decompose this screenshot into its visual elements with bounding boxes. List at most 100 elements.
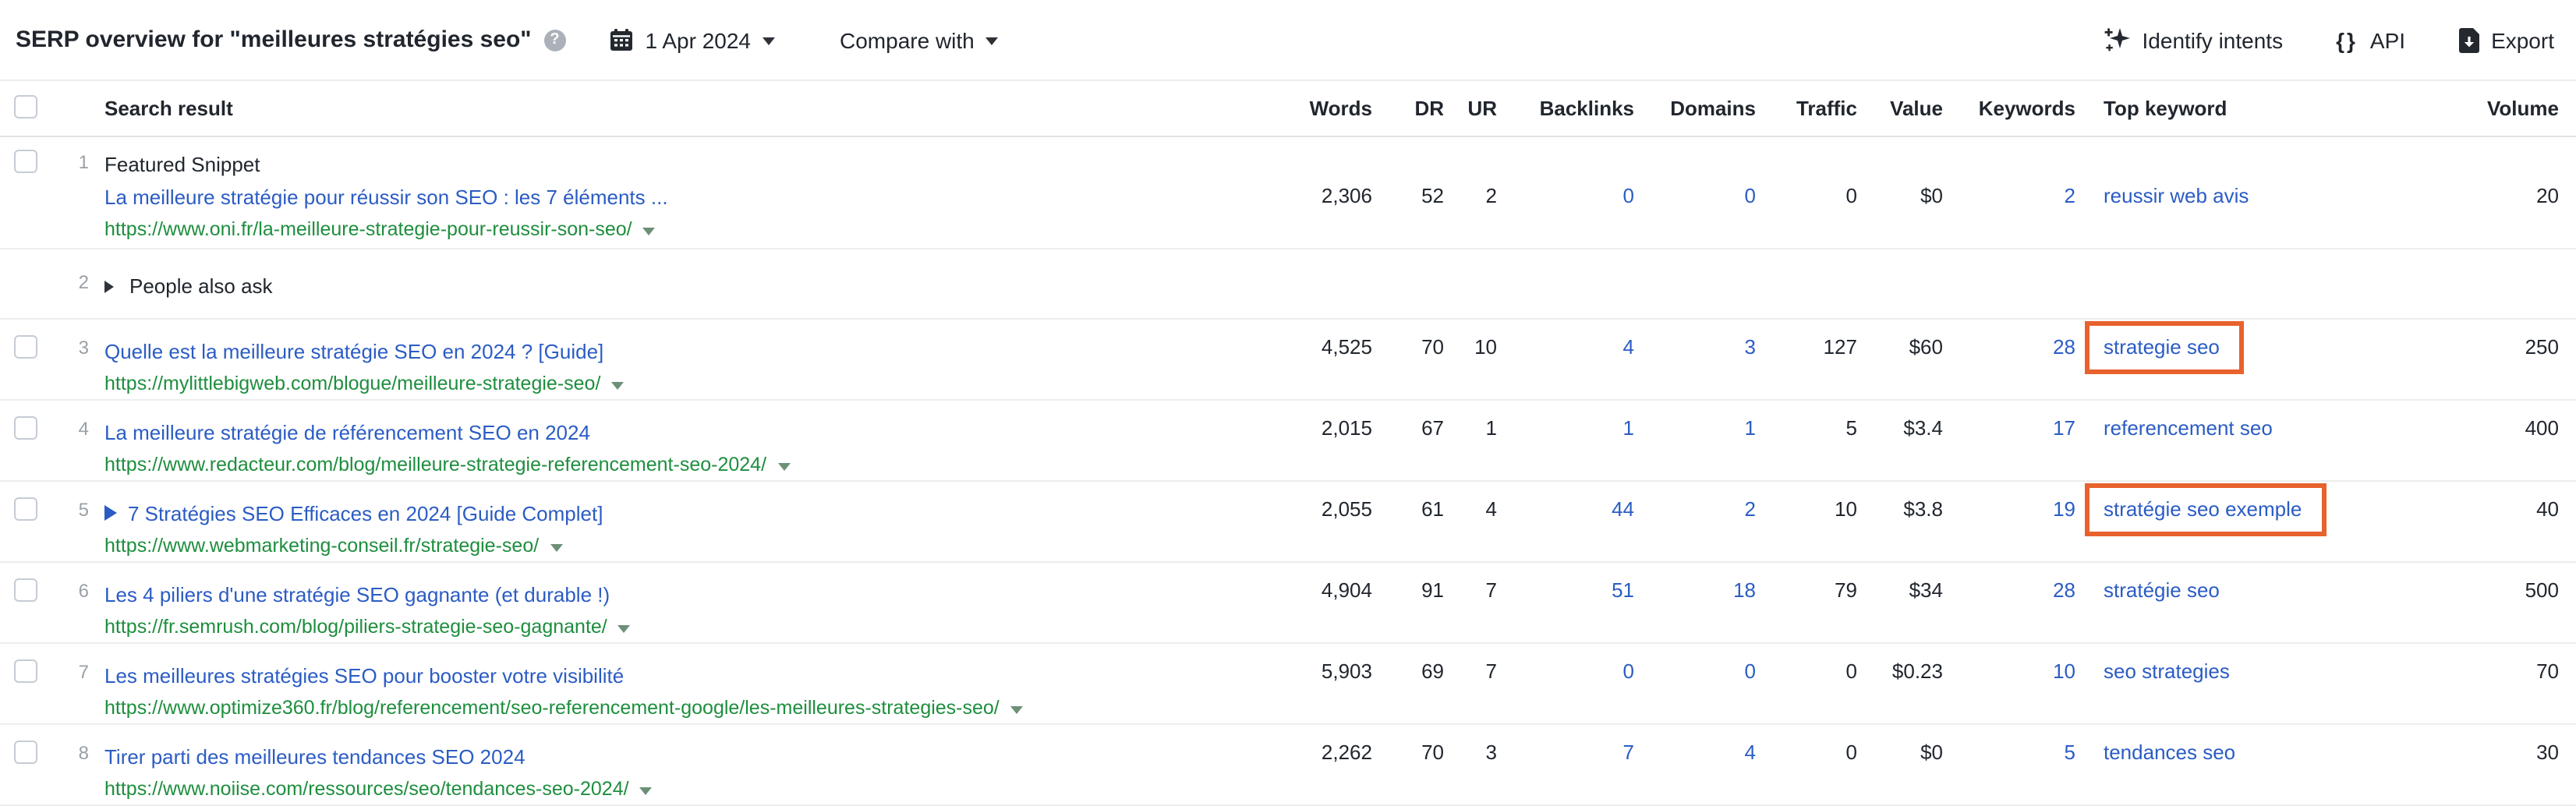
top-keyword-link[interactable]: tendances seo: [2104, 741, 2235, 764]
cell-domains-link[interactable]: 18: [1634, 563, 1756, 644]
top-keyword-link[interactable]: stratégie seo: [2104, 578, 2220, 602]
cell-domains-link[interactable]: 4: [1634, 725, 1756, 806]
col-header-dr[interactable]: DR: [1372, 97, 1444, 120]
chevron-down-icon: [985, 37, 998, 45]
result-url-text: https://www.oni.fr/la-meilleure-strategi…: [104, 218, 632, 240]
cell-keywords-link[interactable]: 28: [1943, 563, 2075, 644]
result-url-link[interactable]: https://www.noiise.com/ressources/seo/te…: [104, 773, 1115, 806]
result-title-link[interactable]: La meilleure stratégie de référencement …: [104, 401, 1115, 449]
export-button[interactable]: Export: [2458, 27, 2554, 52]
cell-value: [1857, 249, 1943, 318]
cell-backlinks-link[interactable]: 0: [1497, 137, 1634, 248]
identify-intents-button[interactable]: Identify intents: [2104, 27, 2284, 53]
url-dropdown-caret-icon[interactable]: [643, 228, 656, 235]
result-url-link[interactable]: https://mylittlebigweb.com/blogue/meille…: [104, 368, 1115, 401]
table-row[interactable]: 1 Featured Snippet La meilleure stratégi…: [0, 137, 2576, 249]
expand-arrow-icon[interactable]: [104, 281, 114, 293]
col-header-search-result[interactable]: Search result: [100, 97, 1115, 120]
cell-backlinks-link[interactable]: 0: [1497, 644, 1634, 725]
top-keyword-link[interactable]: reussir web avis: [2104, 184, 2249, 207]
cell-backlinks-link[interactable]: 51: [1497, 563, 1634, 644]
col-header-domains[interactable]: Domains: [1634, 97, 1756, 120]
cell-backlinks-link[interactable]: 7: [1497, 725, 1634, 806]
cell-keywords-link[interactable]: 28: [1943, 320, 2075, 401]
col-header-traffic[interactable]: Traffic: [1756, 97, 1857, 120]
api-button[interactable]: {} API: [2336, 27, 2405, 52]
cell-volume: [2411, 249, 2576, 318]
result-url-link[interactable]: https://www.redacteur.com/blog/meilleure…: [104, 449, 1115, 482]
cell-domains-link[interactable]: 0: [1634, 644, 1756, 725]
url-dropdown-caret-icon[interactable]: [1010, 706, 1023, 714]
row-checkbox[interactable]: [14, 741, 37, 764]
cell-domains-link[interactable]: 0: [1634, 137, 1756, 248]
page-title: SERP overview for "meilleures stratégies…: [16, 27, 532, 53]
cell-domain-rating: 70: [1372, 725, 1444, 806]
result-url-link[interactable]: https://www.webmarketing-conseil.fr/stra…: [104, 530, 1115, 563]
row-position: 8: [53, 725, 100, 806]
url-dropdown-caret-icon[interactable]: [618, 625, 631, 633]
col-header-top-keyword[interactable]: Top keyword: [2075, 97, 2411, 120]
row-checkbox[interactable]: [14, 497, 37, 521]
top-keyword-link[interactable]: seo strategies: [2104, 659, 2230, 683]
table-row[interactable]: 4 La meilleure stratégie de référencemen…: [0, 401, 2576, 482]
top-keyword-link[interactable]: strategie seo: [2085, 321, 2245, 374]
cell-backlinks-link[interactable]: [1497, 249, 1634, 318]
cell-backlinks-link[interactable]: 1: [1497, 401, 1634, 482]
url-dropdown-caret-icon[interactable]: [611, 382, 624, 390]
table-row[interactable]: 3 Quelle est la meilleure stratégie SEO …: [0, 320, 2576, 401]
compare-with-button[interactable]: Compare with: [840, 27, 998, 52]
cell-keywords-link[interactable]: 2: [1943, 137, 2075, 248]
url-dropdown-caret-icon[interactable]: [640, 787, 653, 795]
select-all-checkbox[interactable]: [14, 94, 37, 118]
cell-domains-link[interactable]: 1: [1634, 401, 1756, 482]
cell-backlinks-link[interactable]: 44: [1497, 482, 1634, 563]
col-header-backlinks[interactable]: Backlinks: [1497, 97, 1634, 120]
result-url-link[interactable]: https://www.oni.fr/la-meilleure-strategi…: [104, 214, 1115, 246]
top-keyword-link[interactable]: stratégie seo exemple: [2085, 483, 2327, 536]
result-title-link[interactable]: La meilleure stratégie pour réussir son …: [104, 181, 1115, 214]
row-checkbox[interactable]: [14, 659, 37, 683]
cell-keywords-link[interactable]: 17: [1943, 401, 2075, 482]
table-row[interactable]: 8 Tirer parti des meilleures tendances S…: [0, 725, 2576, 806]
url-dropdown-caret-icon[interactable]: [550, 544, 562, 552]
cell-keywords-link[interactable]: 5: [1943, 725, 2075, 806]
date-picker-button[interactable]: 1 Apr 2024: [610, 27, 774, 52]
result-title-link[interactable]: People also ask: [104, 249, 1115, 302]
cell-keywords-link[interactable]: 10: [1943, 644, 2075, 725]
row-checkbox[interactable]: [14, 150, 37, 173]
cell-domains-link[interactable]: [1634, 249, 1756, 318]
cell-keywords-link[interactable]: 19: [1943, 482, 2075, 563]
table-row[interactable]: 6 Les 4 piliers d'une stratégie SEO gagn…: [0, 563, 2576, 644]
col-header-ur[interactable]: UR: [1444, 97, 1497, 120]
col-header-words[interactable]: Words: [1115, 97, 1372, 120]
cell-words: 2,015: [1115, 401, 1372, 482]
url-dropdown-caret-icon[interactable]: [777, 463, 790, 471]
col-header-keywords[interactable]: Keywords: [1943, 97, 2075, 120]
result-title-link[interactable]: 7 Stratégies SEO Efficaces en 2024 [Guid…: [104, 482, 1115, 530]
cell-domains-link[interactable]: 2: [1634, 482, 1756, 563]
result-url-link[interactable]: https://www.optimize360.fr/blog/referenc…: [104, 692, 1115, 725]
cell-keywords-link[interactable]: [1943, 249, 2075, 318]
table-row[interactable]: 7 Les meilleures stratégies SEO pour boo…: [0, 644, 2576, 725]
table-row[interactable]: 5 7 Stratégies SEO Efficaces en 2024 [Gu…: [0, 482, 2576, 563]
top-keyword-link[interactable]: referencement seo: [2104, 416, 2273, 440]
result-title-link[interactable]: Tirer parti des meilleures tendances SEO…: [104, 725, 1115, 773]
result-title-link[interactable]: Les 4 piliers d'une stratégie SEO gagnan…: [104, 563, 1115, 611]
cell-domains-link[interactable]: 3: [1634, 320, 1756, 401]
result-url-link[interactable]: https://fr.semrush.com/blog/piliers-stra…: [104, 611, 1115, 644]
col-header-volume[interactable]: Volume: [2411, 97, 2576, 120]
row-checkbox[interactable]: [14, 335, 37, 359]
cell-backlinks-link[interactable]: 4: [1497, 320, 1634, 401]
row-checkbox[interactable]: [14, 416, 37, 440]
row-checkbox[interactable]: [14, 578, 37, 602]
help-icon[interactable]: ?: [544, 29, 566, 51]
result-title-link[interactable]: Les meilleures stratégies SEO pour boost…: [104, 644, 1115, 692]
row-position: 1: [53, 137, 100, 248]
table-row[interactable]: 2 People also ask: [0, 249, 2576, 320]
col-header-value[interactable]: Value: [1857, 97, 1943, 120]
cell-volume: 70: [2411, 644, 2576, 725]
api-label: API: [2370, 27, 2405, 52]
result-title-link[interactable]: Quelle est la meilleure stratégie SEO en…: [104, 320, 1115, 368]
cell-words: 2,262: [1115, 725, 1372, 806]
cell-words: 2,306: [1115, 137, 1372, 248]
